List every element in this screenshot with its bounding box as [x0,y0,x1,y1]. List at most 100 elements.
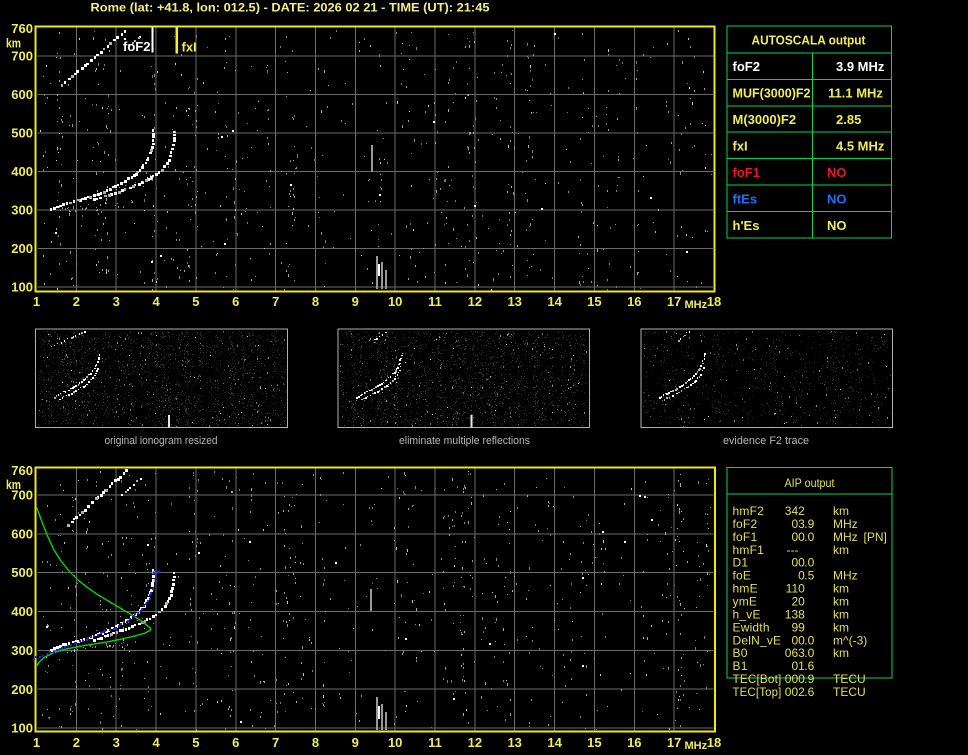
svg-text:01: 01 [791,659,805,673]
svg-text:2.85: 2.85 [836,112,861,127]
svg-text:9: 9 [352,735,359,750]
svg-text:20: 20 [791,595,805,609]
svg-text:DelN_vE: DelN_vE [733,633,782,647]
svg-text:[PN]: [PN] [864,530,887,544]
svg-text:1: 1 [33,294,40,309]
svg-text:original ionogram resized: original ionogram resized [105,435,218,447]
svg-text:7: 7 [272,294,279,309]
svg-text:km: km [833,504,849,518]
svg-text:5: 5 [192,294,199,309]
svg-text:400: 400 [11,604,33,619]
svg-text:4: 4 [152,735,160,750]
svg-text:063: 063 [785,646,805,660]
svg-text:foF2: foF2 [733,59,760,74]
svg-text:NO: NO [827,192,847,207]
svg-text:D1: D1 [733,556,749,570]
svg-text:hmE: hmE [733,582,758,596]
svg-text:7: 7 [272,735,279,750]
svg-text:600: 600 [11,526,33,541]
svg-text:hmF2: hmF2 [733,504,765,518]
svg-text:3: 3 [113,294,120,309]
svg-text:foF1: foF1 [733,165,760,180]
svg-text:foF2: foF2 [123,39,150,54]
svg-text:fxI: fxI [733,139,748,154]
svg-text:500: 500 [11,565,33,580]
svg-text:760: 760 [11,21,33,36]
svg-text:18: 18 [707,294,721,309]
svg-text:17: 17 [667,735,681,750]
svg-text:4.5 MHz: 4.5 MHz [836,139,885,154]
svg-text:1: 1 [33,735,40,750]
svg-text:hmF1: hmF1 [733,543,765,557]
svg-text:3.9 MHz: 3.9 MHz [836,59,885,74]
svg-text:km: km [833,582,849,596]
svg-text:3: 3 [113,735,120,750]
svg-text:MHz: MHz [685,740,708,752]
svg-text:.9: .9 [804,672,814,686]
svg-text:00: 00 [791,556,805,570]
svg-text:km: km [833,595,849,609]
svg-text:NO: NO [827,165,847,180]
svg-text:138: 138 [785,607,805,621]
svg-text:400: 400 [11,164,33,179]
svg-text:km: km [833,620,849,634]
svg-text:AUTOSCALA output: AUTOSCALA output [752,33,867,48]
svg-text:14: 14 [547,735,562,750]
svg-text:10: 10 [388,735,402,750]
svg-text:110: 110 [786,582,805,596]
svg-text:.5: .5 [804,569,814,583]
svg-text:fxI: fxI [182,40,197,55]
svg-text:NO: NO [827,218,847,233]
svg-text:300: 300 [11,643,33,658]
svg-text:03: 03 [791,517,805,531]
svg-text:TEC[Bot]: TEC[Bot] [733,672,782,686]
svg-text:MHz: MHz [833,517,858,531]
svg-text:342: 342 [785,504,805,518]
svg-text:700: 700 [11,488,33,503]
svg-text:600: 600 [11,87,33,102]
svg-text:B1: B1 [733,659,748,673]
svg-text:13: 13 [507,294,521,309]
svg-text:11.1 MHz: 11.1 MHz [828,86,883,101]
svg-text:18: 18 [707,735,721,750]
svg-text:.6: .6 [804,659,814,673]
svg-text:MHz: MHz [833,569,858,583]
svg-text:8: 8 [312,735,319,750]
svg-text:15: 15 [587,735,601,750]
svg-text:B0: B0 [733,646,748,660]
svg-text:10: 10 [388,294,402,309]
svg-text:TEC[Top]: TEC[Top] [733,685,782,699]
svg-text:ftEs: ftEs [733,192,758,207]
svg-text:00: 00 [791,530,805,544]
svg-text:11: 11 [428,294,442,309]
svg-text:16: 16 [627,735,641,750]
svg-text:11: 11 [428,735,442,750]
svg-text:5: 5 [192,735,199,750]
svg-text:foE: foE [733,569,752,583]
svg-text:6: 6 [232,294,239,309]
svg-text:.0: .0 [804,633,814,647]
svg-text:00: 00 [791,633,805,647]
svg-text:14: 14 [547,294,562,309]
svg-text:200: 200 [11,682,33,697]
svg-text:99: 99 [791,620,805,634]
svg-text:000: 000 [785,672,805,686]
svg-text:200: 200 [11,241,33,256]
svg-text:8: 8 [312,294,319,309]
svg-text:760: 760 [11,463,33,478]
svg-text:h'Es: h'Es [733,218,760,233]
svg-text:13: 13 [507,735,521,750]
svg-text:100: 100 [11,721,33,736]
svg-text:4: 4 [152,294,160,309]
svg-text:12: 12 [468,294,482,309]
svg-text:foF1: foF1 [733,530,758,544]
svg-text:MHz: MHz [685,299,708,311]
svg-text:km: km [833,543,849,557]
svg-text:Rome (lat: +41.8, lon: 012.5): Rome (lat: +41.8, lon: 012.5) - DATE: 20… [91,1,490,15]
svg-text:MUF(3000)F2: MUF(3000)F2 [733,86,811,101]
svg-text:Ewidth: Ewidth [733,620,770,634]
svg-text:17: 17 [667,294,681,309]
svg-text:m^(-3): m^(-3) [833,633,867,647]
svg-text:h_vE: h_vE [733,607,761,621]
svg-text:15: 15 [587,294,601,309]
